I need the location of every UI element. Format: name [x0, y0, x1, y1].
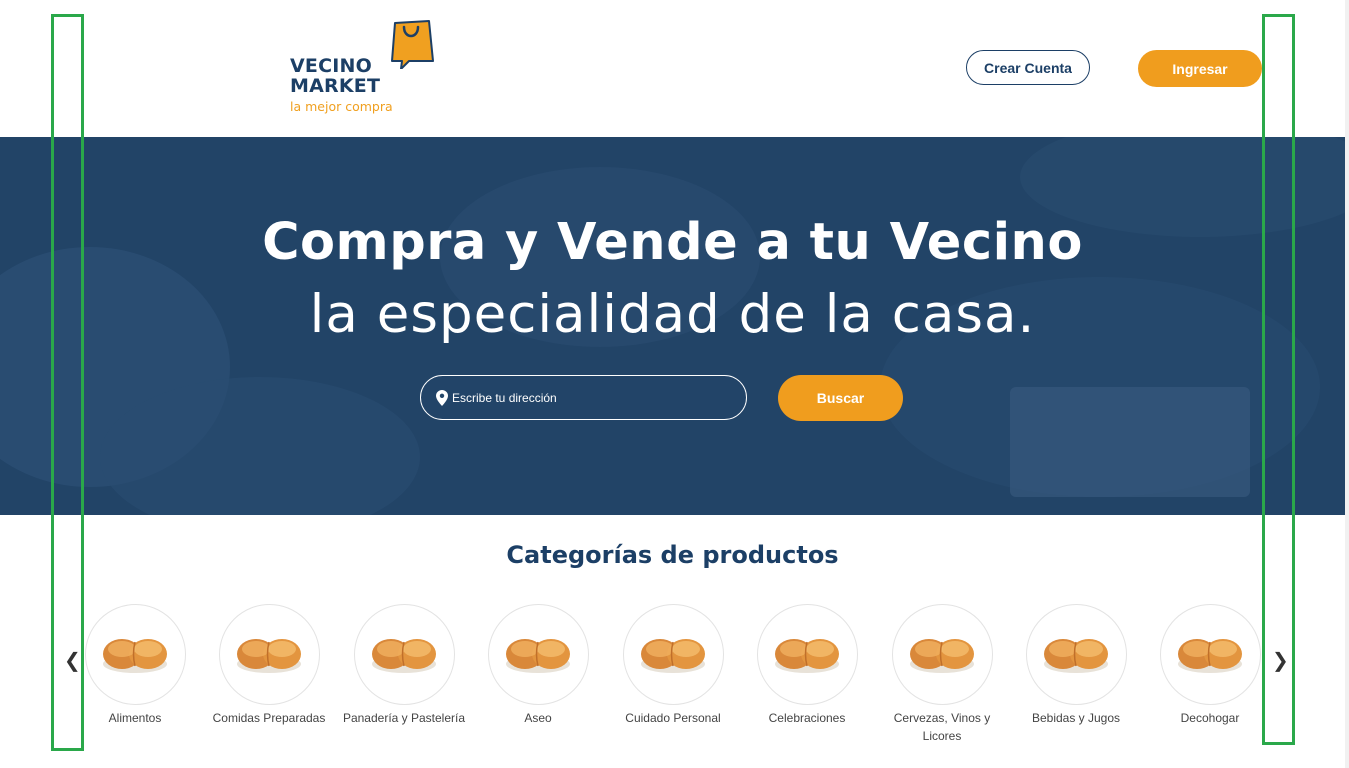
- bread-roll-icon: [503, 628, 573, 681]
- category-item[interactable]: Panadería y Pastelería: [337, 604, 471, 727]
- bread-roll-icon: [638, 628, 708, 681]
- category-image[interactable]: [84, 604, 186, 705]
- category-item[interactable]: Celebraciones: [740, 604, 874, 727]
- logo-line-1: VECINO: [290, 55, 372, 77]
- category-label[interactable]: Comidas Preparadas: [202, 709, 336, 727]
- category-image[interactable]: [756, 604, 858, 705]
- hero-title: Compra y Vende a tu Vecino: [262, 213, 1083, 272]
- category-image[interactable]: [891, 604, 993, 705]
- logo-line-2: MARKET: [290, 75, 381, 97]
- location-pin-icon: [436, 389, 448, 406]
- category-label[interactable]: Celebraciones: [740, 709, 874, 727]
- address-placeholder: Escribe tu dirección: [452, 390, 557, 405]
- bread-roll-icon: [369, 628, 439, 681]
- category-image[interactable]: [1159, 604, 1261, 705]
- categories-carousel: ❮ ❯ Alimentos Comidas Preparadas Panadería…: [0, 600, 1349, 760]
- vecino-market-logo[interactable]: VECINO MARKET la mejor compra: [288, 18, 448, 118]
- category-image[interactable]: [353, 604, 455, 705]
- categories-title: Categorías de productos: [506, 541, 839, 569]
- category-label[interactable]: Bebidas y Jugos: [1009, 709, 1143, 727]
- bread-roll-icon: [772, 628, 842, 681]
- category-image[interactable]: [487, 604, 589, 705]
- bread-roll-icon: [907, 628, 977, 681]
- login-button[interactable]: Ingresar: [1138, 50, 1262, 87]
- category-label[interactable]: Aseo: [471, 709, 605, 727]
- bread-roll-icon: [100, 628, 170, 681]
- site-header: VECINO MARKET la mejor compra Crear Cuen…: [0, 0, 1349, 137]
- left-highlight-frame: [51, 14, 84, 751]
- logo-tagline: la mejor compra: [290, 99, 393, 114]
- bread-roll-icon: [1175, 628, 1245, 681]
- page-scrollbar[interactable]: [1345, 0, 1349, 768]
- search-button[interactable]: Buscar: [778, 375, 903, 421]
- bread-roll-icon: [234, 628, 304, 681]
- bread-roll-icon: [1041, 628, 1111, 681]
- category-label[interactable]: Cuidado Personal: [606, 709, 740, 727]
- category-item[interactable]: Cervezas, Vinos y Licores: [875, 604, 1009, 745]
- category-image[interactable]: [218, 604, 320, 705]
- hero-banner: Compra y Vende a tu Vecino la especialid…: [0, 137, 1349, 515]
- create-account-button[interactable]: Crear Cuenta: [966, 50, 1090, 85]
- right-highlight-frame: [1262, 14, 1295, 745]
- category-item[interactable]: Aseo: [471, 604, 605, 727]
- category-item[interactable]: Bebidas y Jugos: [1009, 604, 1143, 727]
- category-label[interactable]: Cervezas, Vinos y Licores: [875, 709, 1009, 745]
- shopping-bag-icon: [391, 20, 434, 69]
- category-item[interactable]: Alimentos: [68, 604, 202, 727]
- category-label[interactable]: Decohogar: [1143, 709, 1277, 727]
- category-item[interactable]: Decohogar: [1143, 604, 1277, 727]
- category-label[interactable]: Panadería y Pastelería: [337, 709, 471, 727]
- hero-subtitle: la especialidad de la casa.: [309, 284, 1036, 345]
- category-item[interactable]: Cuidado Personal: [606, 604, 740, 727]
- address-input[interactable]: Escribe tu dirección: [420, 375, 747, 420]
- category-image[interactable]: [622, 604, 724, 705]
- category-item[interactable]: Comidas Preparadas: [202, 604, 336, 727]
- category-label[interactable]: Alimentos: [68, 709, 202, 727]
- category-image[interactable]: [1025, 604, 1127, 705]
